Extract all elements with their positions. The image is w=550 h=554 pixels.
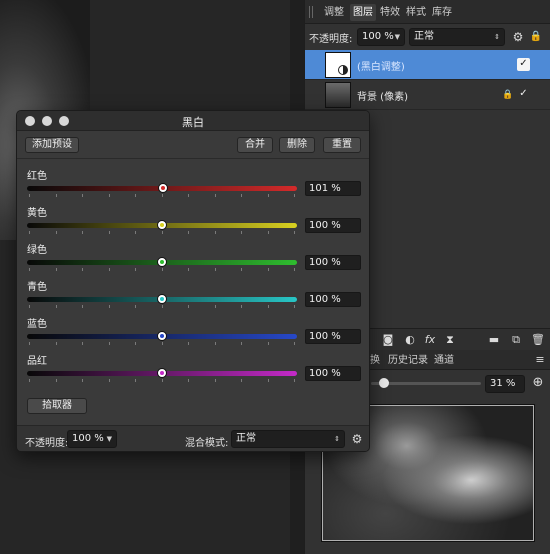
opacity-label: 不透明度: xyxy=(309,34,353,45)
dialog-titlebar[interactable]: 黑白 xyxy=(17,111,369,131)
tab-styles[interactable]: 样式 xyxy=(403,4,429,21)
layer-thumbnail xyxy=(325,82,351,108)
adjustment-icon[interactable]: ◐ xyxy=(403,333,417,347)
blend-mode-select[interactable]: 正常 ⇕ xyxy=(409,28,505,46)
opacity-select[interactable]: 100 % ▼ xyxy=(67,430,117,448)
layer-visibility-checkbox[interactable]: ✓ xyxy=(517,88,530,101)
channel-label: 品红 xyxy=(27,356,47,367)
adjustment-icon xyxy=(338,65,348,75)
channel-value-field[interactable]: 100 % xyxy=(305,292,361,307)
chevron-down-icon: ▼ xyxy=(394,33,400,41)
layer-options-bar: 不透明度: 100 % ▼ 正常 ⇕ ⚙ 🔒 xyxy=(305,24,550,50)
tab-channels[interactable]: 通道 xyxy=(431,352,457,369)
blend-mode-value: 正常 xyxy=(414,31,434,42)
zoom-value[interactable]: 31 % xyxy=(485,375,525,393)
stepper-icon: ⇕ xyxy=(494,33,500,41)
opacity-value: 100 % xyxy=(362,31,394,42)
slider-ticks xyxy=(29,194,295,198)
channel-value-field[interactable]: 100 % xyxy=(305,329,361,344)
channel-label: 红色 xyxy=(27,171,47,182)
channel-slider-knob[interactable] xyxy=(157,294,167,304)
channel-slider-knob[interactable] xyxy=(157,257,167,267)
channel-value-field[interactable]: 101 % xyxy=(305,181,361,196)
lock-icon[interactable]: 🔒 xyxy=(501,88,515,102)
menu-icon[interactable]: ≡ xyxy=(533,353,547,367)
zoom-slider-knob[interactable] xyxy=(379,378,389,388)
channel-value-field[interactable]: 100 % xyxy=(305,255,361,270)
tab-history[interactable]: 历史记录 xyxy=(385,352,431,369)
channel-label: 蓝色 xyxy=(27,319,47,330)
opacity-select[interactable]: 100 % ▼ xyxy=(357,28,405,46)
opacity-value: 100 % xyxy=(72,433,104,444)
channel-value-field[interactable]: 100 % xyxy=(305,218,361,233)
blend-mode-value: 正常 xyxy=(236,433,256,444)
channel-label: 黄色 xyxy=(27,208,47,219)
tab-effects[interactable]: 特效 xyxy=(377,4,403,21)
layer-row-bw-adjustment[interactable]: (黑白调整) ✓ xyxy=(305,50,550,80)
fx-icon[interactable]: fx xyxy=(423,333,437,347)
slider-ticks xyxy=(29,268,295,272)
tab-adjustments[interactable]: 调整 xyxy=(321,4,347,21)
gear-icon[interactable]: ⚙ xyxy=(350,432,364,446)
live-filter-icon[interactable]: ⧗ xyxy=(443,333,457,347)
trash-icon[interactable]: 🗑 xyxy=(531,333,545,347)
layer-name: (黑白调整) xyxy=(357,62,405,73)
mask-icon[interactable]: ◙ xyxy=(381,333,395,347)
picker-button[interactable]: 拾取器 xyxy=(27,398,87,414)
slider-ticks xyxy=(29,342,295,346)
layer-row-background[interactable]: 背景 (像素) 🔒 ✓ xyxy=(305,80,550,110)
slider-ticks xyxy=(29,379,295,383)
layer-name: 背景 (像素) xyxy=(357,92,408,103)
gear-icon[interactable]: ⚙ xyxy=(511,30,525,44)
add-layer-icon[interactable]: ⧉ xyxy=(509,333,523,347)
add-preset-button[interactable]: 添加预设 xyxy=(25,137,79,153)
panel-grip-icon[interactable] xyxy=(309,6,313,18)
channel-slider-knob[interactable] xyxy=(157,368,167,378)
lock-icon[interactable]: 🔒 xyxy=(529,30,543,44)
slider-ticks xyxy=(29,231,295,235)
layer-visibility-checkbox[interactable]: ✓ xyxy=(517,58,530,71)
dialog-title: 黑白 xyxy=(182,116,204,129)
chevron-down-icon: ▼ xyxy=(106,435,112,443)
slider-ticks xyxy=(29,305,295,309)
delete-button[interactable]: 删除 xyxy=(279,137,315,153)
folder-icon[interactable]: ▬ xyxy=(487,333,501,347)
stepper-icon: ⇕ xyxy=(334,435,340,443)
channel-label: 绿色 xyxy=(27,245,47,256)
tab-layers[interactable]: 图层 xyxy=(350,4,376,21)
zoom-in-icon[interactable]: ⊕ xyxy=(531,376,545,390)
black-white-dialog: 黑白 添加预设 合并 删除 重置 红色 101 % 黄色 100 % 绿色 100 % 青色… xyxy=(16,110,370,452)
dialog-footer: 不透明度: 100 % ▼ 混合模式: 正常 ⇕ ⚙ xyxy=(17,425,369,451)
tab-stock[interactable]: 库存 xyxy=(429,4,455,21)
opacity-label: 不透明度: xyxy=(25,438,69,449)
channel-value-field[interactable]: 100 % xyxy=(305,366,361,381)
blend-mode-select[interactable]: 正常 ⇕ xyxy=(231,430,345,448)
layer-thumbnail xyxy=(325,52,351,78)
reset-button[interactable]: 重置 xyxy=(323,137,361,153)
channel-slider-knob[interactable] xyxy=(157,220,167,230)
blend-mode-label: 混合模式: xyxy=(185,438,229,449)
channel-label: 青色 xyxy=(27,282,47,293)
divider xyxy=(17,158,369,159)
channel-slider-knob[interactable] xyxy=(158,183,169,193)
panel-tabs: 调整 图层 特效 样式 库存 xyxy=(305,0,550,24)
channel-slider-knob[interactable] xyxy=(157,331,167,341)
merge-button[interactable]: 合并 xyxy=(237,137,273,153)
